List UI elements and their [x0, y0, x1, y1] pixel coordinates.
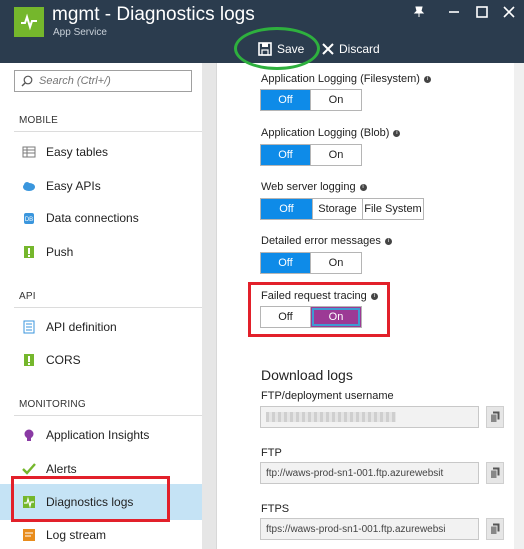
toggle-on-option[interactable]: On — [311, 145, 361, 165]
close-icon[interactable] — [500, 4, 518, 20]
cors-icon — [22, 353, 36, 367]
search-icon — [21, 75, 33, 87]
section-mobile-title: MOBILE — [19, 115, 58, 126]
sidebar-item-label: Easy tables — [46, 145, 109, 159]
discard-label: Discard — [339, 42, 380, 56]
copy-button[interactable] — [486, 406, 504, 428]
sidebar-item-label: API definition — [46, 320, 117, 334]
sidebar-item-log-stream[interactable]: Log stream — [0, 520, 202, 549]
copy-button[interactable] — [486, 518, 504, 540]
web-server-logging-toggle[interactable]: Off Storage File System — [260, 198, 424, 220]
table-icon — [22, 145, 36, 159]
ftps-url-field[interactable]: ftps://waws-prod-sn1-001.ftp.azurewebsi — [260, 518, 479, 540]
sidebar-item-label: CORS — [46, 353, 81, 367]
sidebar-item-data-connections[interactable]: DB Data connections — [0, 201, 202, 235]
detailed-errors-toggle[interactable]: Off On — [260, 252, 362, 274]
sidebar-item-cors[interactable]: CORS — [0, 343, 202, 377]
ftp-label: FTP — [261, 447, 282, 459]
discard-button[interactable]: Discard — [322, 40, 380, 58]
field-label-text: Detailed error messages — [261, 235, 381, 247]
sidebar-scrollbar[interactable] — [202, 63, 216, 549]
api-definition-icon — [22, 320, 36, 334]
copy-icon — [490, 467, 500, 479]
database-icon: DB — [22, 211, 36, 225]
info-icon[interactable]: i — [423, 75, 431, 83]
push-icon — [22, 245, 36, 259]
pin-icon[interactable] — [410, 4, 428, 20]
field-label-text: Web server logging — [261, 181, 356, 193]
sidebar-item-easy-apis[interactable]: Easy APIs — [0, 169, 202, 203]
sidebar-item-push[interactable]: Push — [0, 235, 202, 269]
toggle-off-option[interactable]: Off — [261, 253, 311, 273]
download-logs-title: Download logs — [261, 367, 353, 383]
sidebar-item-easy-tables[interactable]: Easy tables — [0, 135, 202, 169]
cloud-api-icon — [22, 179, 36, 193]
toggle-off-option[interactable]: Off — [261, 199, 313, 219]
copy-icon — [490, 523, 500, 535]
copy-button[interactable] — [486, 462, 504, 484]
toggle-on-option[interactable]: On — [311, 253, 361, 273]
toggle-on-option[interactable]: On — [311, 90, 361, 110]
minimize-icon[interactable] — [445, 4, 463, 20]
search-input[interactable] — [39, 75, 179, 87]
ftp-username-label: FTP/deployment username — [261, 390, 394, 402]
ftps-label: FTPS — [261, 503, 290, 515]
divider — [14, 415, 202, 416]
ftp-url-field[interactable]: ftp://waws-prod-sn1-001.ftp.azurewebsit — [260, 462, 479, 484]
info-icon[interactable]: i — [384, 237, 392, 245]
lightbulb-icon — [22, 428, 36, 442]
sidebar-item-label: Application Insights — [46, 428, 150, 442]
page-subtitle: App Service — [53, 27, 107, 38]
info-icon[interactable]: i — [393, 129, 401, 137]
toggle-storage-option[interactable]: Storage — [313, 199, 363, 219]
sidebar-item-label: Easy APIs — [46, 179, 101, 193]
toggle-filesystem-option[interactable]: File System — [363, 199, 423, 219]
pane-divider — [216, 63, 242, 549]
sidebar-item-label: Log stream — [46, 527, 107, 542]
sidebar-item-api-definition[interactable]: API definition — [0, 310, 202, 344]
copy-icon — [490, 411, 500, 423]
settings-scrollbar[interactable] — [514, 63, 524, 549]
sidebar-item-label: Alerts — [46, 462, 77, 476]
divider — [14, 131, 202, 132]
search-box[interactable] — [14, 70, 192, 92]
app-service-icon — [14, 7, 44, 37]
sidebar-item-application-insights[interactable]: Application Insights — [0, 418, 202, 452]
app-logging-fs-label: Application Logging (Filesystem) i — [261, 73, 431, 85]
field-label-text: Application Logging (Filesystem) — [261, 73, 420, 85]
failed-tracing-highlight-box — [248, 282, 390, 337]
maximize-icon[interactable] — [473, 4, 491, 20]
app-logging-blob-label: Application Logging (Blob) i — [261, 127, 401, 139]
detailed-errors-label: Detailed error messages i — [261, 235, 392, 247]
web-server-logging-label: Web server logging i — [261, 181, 367, 193]
section-api-title: API — [19, 291, 36, 302]
field-label-text: Application Logging (Blob) — [261, 127, 390, 139]
diagnostics-highlight-box — [11, 476, 170, 522]
section-monitoring-title: MONITORING — [19, 399, 86, 410]
discard-icon — [322, 43, 334, 55]
app-logging-blob-toggle[interactable]: Off On — [260, 144, 362, 166]
sidebar-item-label: Data connections — [46, 211, 139, 225]
sidebar-item-label: Push — [46, 245, 74, 259]
info-icon[interactable]: i — [359, 183, 367, 191]
divider — [14, 307, 202, 308]
log-stream-icon — [22, 528, 36, 542]
svg-text:DB: DB — [25, 217, 33, 223]
toggle-off-option[interactable]: Off — [261, 145, 311, 165]
redacted-username — [266, 412, 396, 422]
checkmark-icon — [22, 462, 36, 476]
ftp-username-field[interactable] — [260, 406, 479, 428]
page-title: mgmt - Diagnostics logs — [52, 4, 255, 25]
toggle-off-option[interactable]: Off — [261, 90, 311, 110]
app-logging-fs-toggle[interactable]: Off On — [260, 89, 362, 111]
